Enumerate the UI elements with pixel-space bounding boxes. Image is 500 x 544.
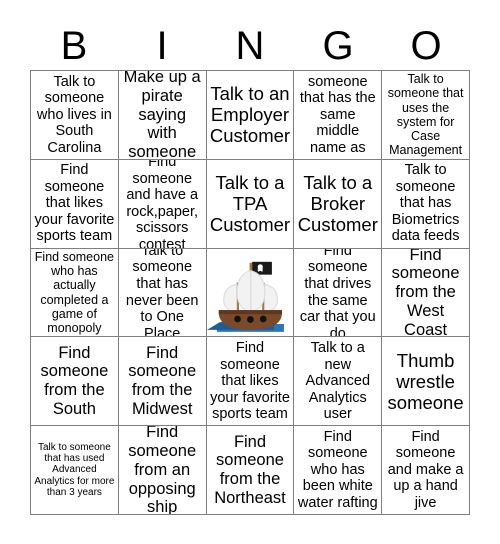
bingo-cell-text: Thumb wrestle someone <box>387 349 464 413</box>
bingo-cell-r4-c3[interactable]: Find someone that likes your favorite sp… <box>206 337 295 427</box>
bingo-cell-text: Talk to someone that has Biometrics data… <box>391 162 460 245</box>
bingo-cell-r3-c5[interactable]: Find someone from the West Coast <box>382 248 470 338</box>
bingo-cell-text: Find someone who has actually completed … <box>34 249 114 335</box>
bingo-cell-r2-c1[interactable]: Find someone that likes your favorite sp… <box>31 159 119 249</box>
bingo-header-letter-i: I <box>156 24 168 68</box>
bingo-cell-r3-c4[interactable]: Find someone that drives the same car th… <box>294 248 383 338</box>
bingo-header: B I N G O <box>30 22 470 70</box>
bingo-cell-r5-c5[interactable]: Find someone and make a up a hand jive <box>382 426 470 515</box>
bingo-header-letter-b: B <box>60 24 88 68</box>
bingo-cell-text: Find someone and make a up a hand jive <box>387 428 464 511</box>
bingo-cell-text: Find someone from an opposing ship <box>128 426 197 515</box>
bingo-cell-text: Talk to a new Advanced Analytics user <box>305 340 371 423</box>
bingo-header-letter-o: O <box>410 24 442 68</box>
bingo-cell-text: Find someone from the South <box>40 343 109 419</box>
bingo-cell-text: Find someone that likes your favorite sp… <box>210 340 290 423</box>
bingo-cell-r1-c1[interactable]: Talk to someone who lives in South Carol… <box>31 71 119 160</box>
bingo-cell-r3-c2[interactable]: Talk to someone that has never been to O… <box>118 248 207 338</box>
bingo-header-letter-n: N <box>235 24 265 68</box>
bingo-cell-text: Find someone that has the same middle na… <box>299 71 376 159</box>
bingo-cell-text: Talk to someone who lives in South Carol… <box>36 73 112 156</box>
bingo-cell-r4-c5[interactable]: Thumb wrestle someone <box>382 337 470 427</box>
bingo-grid: Talk to someone who lives in South Carol… <box>30 70 470 515</box>
bingo-cell-text: Find someone and have a rock,paper, scis… <box>126 159 199 249</box>
bingo-cell-r2-c5[interactable]: Talk to someone that has Biometrics data… <box>382 159 470 249</box>
bingo-cell-r3-c1[interactable]: Find someone who has actually completed … <box>31 248 119 338</box>
bingo-cell-r5-c1[interactable]: Talk to someone that has used Advanced A… <box>31 426 119 515</box>
bingo-cell-r2-c3[interactable]: Talk to a TPA Customer <box>206 159 295 249</box>
bingo-cell-text: Find someone who has been white water ra… <box>297 428 378 511</box>
bingo-cell-text: Talk to an Employer Customer <box>209 83 291 147</box>
bingo-cell-text: Find someone from the West Coast <box>391 248 460 338</box>
bingo-cell-text: Talk to someone that has never been to O… <box>125 248 199 338</box>
bingo-cell-r4-c1[interactable]: Find someone from the South <box>31 337 119 427</box>
bingo-cell-r2-c4[interactable]: Talk to a Broker Customer <box>294 159 383 249</box>
bingo-cell-text: Talk to someone that has used Advanced A… <box>34 441 115 499</box>
bingo-cell-r2-c2[interactable]: Find someone and have a rock,paper, scis… <box>118 159 207 249</box>
bingo-cell-text: Talk to someone that uses the system for… <box>387 72 464 158</box>
bingo-cell-r1-c3[interactable]: Talk to an Employer Customer <box>206 71 295 160</box>
bingo-cell-r5-c3[interactable]: Find someone from the Northeast <box>206 426 295 515</box>
bingo-cell-text: Talk to a Broker Customer <box>297 172 378 236</box>
bingo-cell-text: Find someone that likes your favorite sp… <box>34 162 115 245</box>
bingo-cell-r1-c2[interactable]: Make up a pirate saying with someone <box>118 71 207 160</box>
bingo-header-letter-g: G <box>322 24 354 68</box>
bingo-cell-text: Find someone from the Northeast <box>214 432 286 507</box>
bingo-cell-r1-c4[interactable]: Find someone that has the same middle na… <box>294 71 383 160</box>
bingo-cell-text: Make up a pirate saying with someone <box>123 71 201 160</box>
bingo-card: B I N G O Talk to someone who lives in S… <box>0 0 500 544</box>
bingo-cell-text: Find someone from the Midwest <box>128 343 197 419</box>
bingo-cell-r4-c2[interactable]: Find someone from the Midwest <box>118 337 207 427</box>
pirate-ship-icon <box>206 249 294 337</box>
bingo-cell-free-space[interactable] <box>206 248 295 338</box>
bingo-cell-text: Talk to a TPA Customer <box>209 172 291 236</box>
bingo-cell-r5-c2[interactable]: Find someone from an opposing ship <box>118 426 207 515</box>
bingo-cell-r1-c5[interactable]: Talk to someone that uses the system for… <box>382 71 470 160</box>
bingo-cell-r5-c4[interactable]: Find someone who has been white water ra… <box>294 426 383 515</box>
bingo-cell-r4-c4[interactable]: Talk to a new Advanced Analytics user <box>294 337 383 427</box>
bingo-cell-text: Find someone that drives the same car th… <box>299 248 376 338</box>
